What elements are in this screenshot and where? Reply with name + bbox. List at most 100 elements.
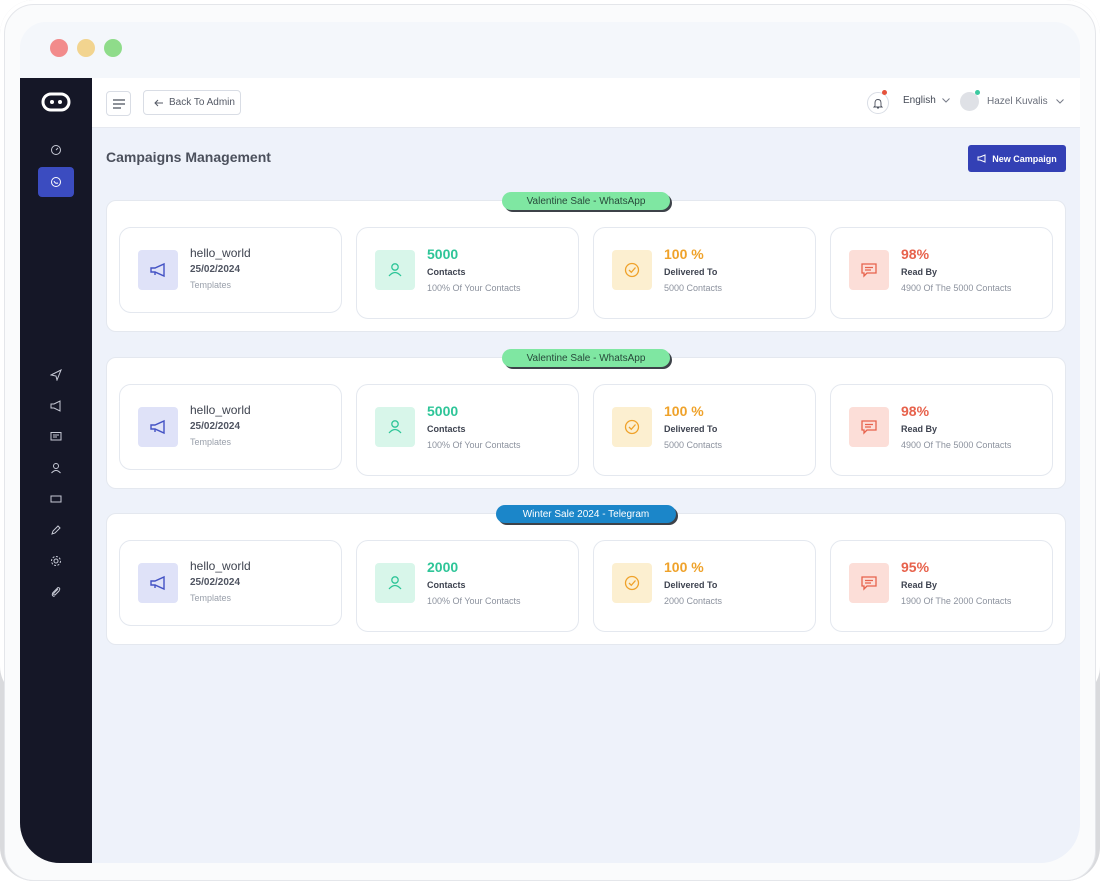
megaphone-icon bbox=[977, 154, 986, 163]
read-label: Read By bbox=[901, 580, 938, 590]
sidebar-item-dashboard[interactable] bbox=[38, 136, 74, 164]
megaphone-icon bbox=[150, 262, 165, 278]
contacts-sub: 100% Of Your Contacts bbox=[427, 283, 521, 293]
contacts-label: Contacts bbox=[427, 267, 466, 277]
contacts-icon-box bbox=[375, 563, 415, 603]
campaign-card[interactable]: Valentine Sale - WhatsApp hello_world 25… bbox=[106, 349, 1066, 489]
new-campaign-button[interactable]: New Campaign bbox=[968, 145, 1066, 172]
campaign-tag: Winter Sale 2024 - Telegram bbox=[496, 505, 676, 523]
notifications-button[interactable] bbox=[867, 92, 889, 114]
template-icon-box bbox=[138, 407, 178, 447]
ticket-icon bbox=[50, 495, 62, 503]
sidebar-item-contacts[interactable] bbox=[38, 454, 74, 482]
sidebar-item-messages[interactable] bbox=[38, 423, 74, 451]
template-date: 25/02/2024 bbox=[190, 577, 241, 588]
delivered-value: 100 % bbox=[664, 559, 704, 575]
avatar bbox=[960, 90, 980, 111]
sidebar-item-whatsapp[interactable] bbox=[38, 167, 74, 197]
delivered-stat-card: 100 % Delivered To 5000 Contacts bbox=[593, 384, 816, 476]
sidebar-item-send[interactable] bbox=[38, 361, 74, 389]
contacts-sub: 100% Of Your Contacts bbox=[427, 440, 521, 450]
user-icon bbox=[388, 420, 402, 434]
delivered-label: Delivered To bbox=[664, 267, 718, 277]
check-circle-icon bbox=[624, 262, 640, 278]
check-circle-icon bbox=[624, 575, 640, 591]
check-circle-icon bbox=[624, 419, 640, 435]
delivered-icon-box bbox=[612, 250, 652, 290]
contacts-stat-card: 5000 Contacts 100% Of Your Contacts bbox=[356, 384, 579, 476]
app-logo[interactable] bbox=[40, 90, 72, 114]
delivered-label: Delivered To bbox=[664, 424, 718, 434]
megaphone-icon bbox=[50, 400, 61, 412]
contacts-value: 2000 bbox=[427, 559, 459, 575]
template-label: Templates bbox=[190, 437, 232, 447]
sidebar-item-editor[interactable] bbox=[38, 516, 74, 544]
delivered-stat-card: 100 % Delivered To 2000 Contacts bbox=[593, 540, 816, 632]
sidebar-item-attachments[interactable] bbox=[38, 578, 74, 606]
maximize-window-button[interactable] bbox=[104, 39, 122, 57]
sidebar-item-tickets[interactable] bbox=[38, 485, 74, 513]
message-icon bbox=[50, 432, 62, 441]
online-status-dot bbox=[975, 90, 980, 95]
page-title: Campaigns Management bbox=[106, 149, 271, 165]
main-content: Back To Admin English Hazel Kuvalis Camp… bbox=[92, 78, 1080, 863]
template-name: hello_world bbox=[190, 246, 251, 260]
contacts-label: Contacts bbox=[427, 424, 466, 434]
read-value: 95% bbox=[901, 559, 930, 575]
read-sub: 4900 Of The 5000 Contacts bbox=[901, 440, 1012, 450]
back-to-admin-button[interactable]: Back To Admin bbox=[143, 90, 241, 115]
user-menu[interactable]: Hazel Kuvalis bbox=[960, 90, 1064, 111]
chevron-down-icon bbox=[1055, 99, 1064, 104]
user-icon bbox=[51, 463, 61, 474]
whatsapp-icon bbox=[51, 177, 61, 187]
template-card[interactable]: hello_world 25/02/2024 Templates bbox=[119, 384, 342, 470]
contacts-value: 5000 bbox=[427, 403, 459, 419]
read-value: 98% bbox=[901, 246, 930, 262]
megaphone-icon bbox=[150, 575, 165, 591]
template-label: Templates bbox=[190, 593, 232, 603]
template-card[interactable]: hello_world 25/02/2024 Templates bbox=[119, 540, 342, 626]
read-stat-card: 95% Read By 1900 Of The 2000 Contacts bbox=[830, 540, 1053, 632]
campaign-card[interactable]: Valentine Sale - WhatsApp hello_world 25… bbox=[106, 192, 1066, 332]
minimize-window-button[interactable] bbox=[77, 39, 95, 57]
template-card[interactable]: hello_world 25/02/2024 Templates bbox=[119, 227, 342, 313]
user-icon bbox=[388, 576, 402, 590]
message-icon bbox=[861, 576, 877, 591]
delivered-icon-box bbox=[612, 563, 652, 603]
campaign-tag: Valentine Sale - WhatsApp bbox=[502, 192, 670, 210]
pen-icon bbox=[51, 525, 61, 535]
template-icon-box bbox=[138, 250, 178, 290]
contacts-stat-card: 5000 Contacts 100% Of Your Contacts bbox=[356, 227, 579, 319]
message-icon bbox=[861, 420, 877, 435]
megaphone-icon bbox=[150, 419, 165, 435]
close-window-button[interactable] bbox=[50, 39, 68, 57]
delivered-label: Delivered To bbox=[664, 580, 718, 590]
menu-toggle-button[interactable] bbox=[106, 91, 131, 116]
new-campaign-label: New Campaign bbox=[992, 153, 1057, 164]
attachment-icon bbox=[51, 586, 61, 597]
sidebar bbox=[20, 78, 92, 863]
template-name: hello_world bbox=[190, 403, 251, 417]
read-label: Read By bbox=[901, 424, 938, 434]
bell-icon bbox=[873, 98, 883, 108]
language-label: English bbox=[903, 95, 936, 106]
chevron-down-icon bbox=[941, 98, 950, 103]
delivered-icon-box bbox=[612, 407, 652, 447]
delivered-sub: 5000 Contacts bbox=[664, 440, 723, 450]
hamburger-icon bbox=[112, 98, 125, 109]
sidebar-item-campaigns[interactable] bbox=[38, 392, 74, 420]
language-selector[interactable]: English bbox=[903, 95, 950, 106]
delivered-stat-card: 100 % Delivered To 5000 Contacts bbox=[593, 227, 816, 319]
back-to-admin-label: Back To Admin bbox=[169, 97, 235, 108]
template-name: hello_world bbox=[190, 559, 251, 573]
read-stat-card: 98% Read By 4900 Of The 5000 Contacts bbox=[830, 384, 1053, 476]
contacts-icon-box bbox=[375, 407, 415, 447]
read-value: 98% bbox=[901, 403, 930, 419]
read-icon-box bbox=[849, 250, 889, 290]
contacts-label: Contacts bbox=[427, 580, 466, 590]
read-stat-card: 98% Read By 4900 Of The 5000 Contacts bbox=[830, 227, 1053, 319]
read-sub: 4900 Of The 5000 Contacts bbox=[901, 283, 1012, 293]
campaign-card[interactable]: Winter Sale 2024 - Telegram hello_world … bbox=[106, 505, 1066, 645]
template-date: 25/02/2024 bbox=[190, 264, 241, 275]
sidebar-item-settings[interactable] bbox=[38, 547, 74, 575]
